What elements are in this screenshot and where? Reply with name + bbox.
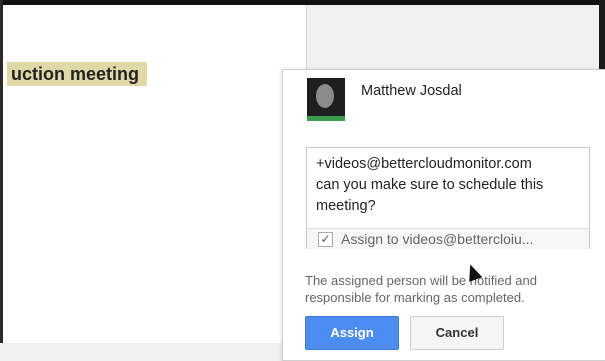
document-page[interactable]: uction meeting (3, 5, 307, 343)
checkmark-icon: ✓ (320, 232, 331, 246)
comment-text-line-3: meeting? (316, 198, 376, 214)
comment-text[interactable]: +videos@bettercloudmonitor.com can you m… (316, 154, 584, 217)
comment-input-box[interactable]: +videos@bettercloudmonitor.com can you m… (306, 147, 590, 249)
assign-checkbox-label[interactable]: Assign to videos@bettercloiu... (341, 231, 533, 247)
user-avatar (307, 78, 345, 121)
comment-card: Matthew Josdal +videos@bettercloudmonito… (282, 69, 605, 361)
comment-text-line-2: can you make sure to schedule this (316, 177, 544, 193)
assign-checkbox-row[interactable]: ✓ Assign to videos@bettercloiu... (307, 228, 589, 249)
comment-author-name: Matthew Josdal (361, 83, 462, 99)
assign-checkbox[interactable]: ✓ (318, 232, 333, 247)
highlighted-heading-text[interactable]: uction meeting (7, 62, 148, 86)
assign-button[interactable]: Assign (305, 316, 399, 350)
help-text-line-2: responsible for marking as completed. (305, 290, 525, 305)
cancel-button[interactable]: Cancel (410, 316, 504, 350)
assign-help-text: The assigned person will be notified and… (305, 272, 595, 306)
avatar-face-icon (316, 84, 334, 108)
help-text-line-1: The assigned person will be notified and (305, 273, 537, 288)
comment-text-line-mention: +videos@bettercloudmonitor.com (316, 156, 532, 172)
